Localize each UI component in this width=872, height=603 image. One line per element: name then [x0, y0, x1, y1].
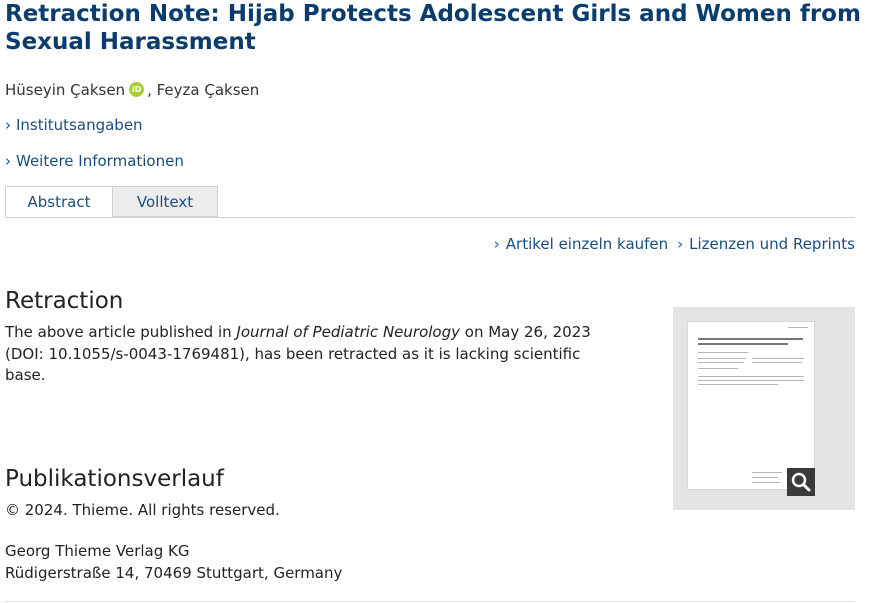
- chevron-right-icon: ›: [493, 235, 500, 253]
- more-info-label: Weitere Informationen: [16, 152, 184, 170]
- chevron-right-icon: ›: [676, 235, 684, 253]
- magnifier-icon: [791, 472, 811, 492]
- thumbnail-line: [698, 368, 738, 369]
- thumbnail-line: [752, 362, 802, 363]
- thumbnail-line: [752, 358, 804, 359]
- thumbnail-line: [698, 352, 748, 353]
- buy-article-label: Artikel einzeln kaufen: [505, 235, 669, 253]
- article-thumbnail[interactable]: [673, 307, 855, 510]
- institution-info-toggle[interactable]: › Institutsangaben: [5, 115, 143, 135]
- zoom-button[interactable]: [787, 468, 815, 496]
- divider: [5, 601, 855, 602]
- copyright-text: © 2024. Thieme. All rights reserved.: [5, 501, 280, 519]
- journal-name: Journal of Pediatric Neurology: [236, 323, 460, 341]
- buy-article-link[interactable]: › Artikel einzeln kaufen: [494, 235, 669, 253]
- publisher-address: Rüdigerstraße 14, 70469 Stuttgart, Germa…: [5, 563, 343, 582]
- tab-fulltext[interactable]: Volltext: [113, 186, 218, 217]
- author-separator: ,: [147, 81, 152, 99]
- thumbnail-line: [698, 380, 804, 381]
- content-tabs: Abstract Volltext: [5, 186, 855, 218]
- retraction-text: The above article published in Journal o…: [5, 322, 605, 387]
- article-actions: › Artikel einzeln kaufen › Lizenzen und Re…: [494, 234, 855, 254]
- thumbnail-line: [698, 362, 744, 363]
- publisher-info: Georg Thieme Verlag KG Rüdigerstraße 14,…: [5, 541, 342, 584]
- thumbnail-line: [698, 376, 804, 377]
- retraction-heading: Retraction: [5, 288, 124, 315]
- licenses-reprints-link[interactable]: › Lizenzen und Reprints: [677, 235, 855, 253]
- chevron-right-icon: ›: [5, 152, 11, 170]
- orcid-icon[interactable]: iD: [129, 82, 145, 97]
- thumbnail-line: [752, 477, 778, 478]
- thumbnail-line: [698, 343, 788, 345]
- article-title: Retraction Note: Hijab Protects Adolesce…: [5, 1, 861, 55]
- licenses-reprints-label: Lizenzen und Reprints: [689, 235, 855, 253]
- author-list: Hüseyin Çaksen iD, Feyza Çaksen: [5, 80, 259, 100]
- thumbnail-line: [698, 338, 803, 340]
- thumbnail-line: [752, 472, 782, 473]
- thumbnail-line: [698, 358, 746, 359]
- author-link[interactable]: Hüseyin Çaksen: [5, 81, 125, 99]
- publisher-name: Georg Thieme Verlag KG: [5, 542, 190, 560]
- thumbnail-line: [788, 327, 808, 328]
- chevron-right-icon: ›: [5, 116, 11, 134]
- publication-history-heading: Publikationsverlauf: [5, 466, 224, 493]
- retraction-text-pre: The above article published in: [5, 323, 237, 341]
- thumbnail-line: [698, 384, 778, 385]
- more-info-toggle[interactable]: › Weitere Informationen: [5, 151, 184, 171]
- author-link[interactable]: Feyza Çaksen: [157, 81, 260, 99]
- thumbnail-page: [687, 321, 815, 490]
- thumbnail-line: [752, 482, 780, 483]
- tab-abstract[interactable]: Abstract: [5, 186, 113, 217]
- institution-info-label: Institutsangaben: [16, 116, 143, 134]
